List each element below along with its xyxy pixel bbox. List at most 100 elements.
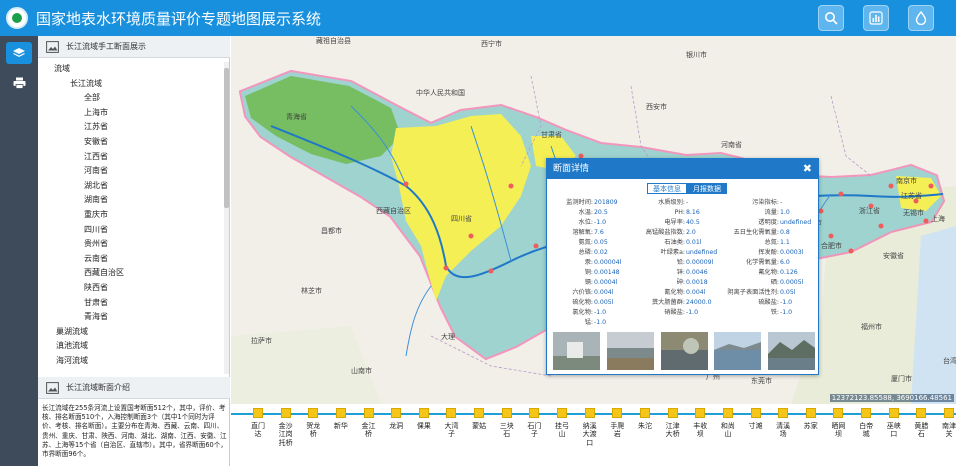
field-label: 汞: bbox=[584, 259, 593, 266]
station-marker[interactable]: 三块石 bbox=[500, 408, 514, 439]
station-strip: 直门达 金沙江岗托桥 贺龙桥 新华 金江桥 龙洞 倮果 大湾子 蒙姑 三块石 石门子 挂弓山 纳溪大渡口… bbox=[231, 404, 956, 466]
station-marker[interactable]: 石门子 bbox=[527, 408, 541, 439]
station-marker[interactable]: 朱沱 bbox=[638, 408, 652, 430]
tree-scrollbar[interactable] bbox=[224, 62, 229, 374]
station-photo[interactable] bbox=[553, 332, 600, 370]
intro-panel-header[interactable]: 长江流域断面介绍 bbox=[38, 377, 230, 399]
station-name: 江津大桥 bbox=[665, 422, 680, 439]
station-square-icon bbox=[446, 408, 457, 418]
station-name: 直门达 bbox=[251, 422, 265, 439]
station-marker[interactable]: 金沙江岗托桥 bbox=[279, 408, 293, 447]
tree-item[interactable]: 陕西省 bbox=[38, 281, 224, 296]
tree-item[interactable]: 上海市 bbox=[38, 106, 224, 121]
station-marker[interactable]: 巫峡口 bbox=[887, 408, 901, 439]
tree-item[interactable]: 安徽省 bbox=[38, 135, 224, 150]
station-name: 黄腊石 bbox=[914, 422, 929, 439]
map-place-label: 西藏自治区 bbox=[376, 207, 411, 215]
field-label: 流量: bbox=[764, 209, 779, 216]
water-drop-icon bbox=[915, 11, 927, 25]
station-marker[interactable]: 倮果 bbox=[417, 408, 431, 430]
tree-item[interactable]: 江西省 bbox=[38, 150, 224, 165]
map-place-label: 西安市 bbox=[646, 103, 667, 111]
station-marker[interactable]: 晒网坝 bbox=[831, 408, 845, 439]
map-coordinates: 12372123.85588, 3690166.48561 bbox=[829, 394, 954, 402]
popup-field: PH:8.16 bbox=[637, 209, 725, 217]
station-photo[interactable] bbox=[606, 332, 654, 370]
tree-item[interactable]: 四川省 bbox=[38, 223, 224, 238]
water-quality-button[interactable] bbox=[908, 5, 934, 31]
station-marker[interactable]: 金江桥 bbox=[362, 408, 376, 439]
print-button[interactable] bbox=[6, 72, 32, 94]
tree-item[interactable]: 全部 bbox=[38, 91, 224, 106]
map-place-label: 山南市 bbox=[351, 367, 372, 375]
map-place-label: 中华人民共和国 bbox=[416, 89, 465, 97]
tree-item[interactable]: 湖北省 bbox=[38, 179, 224, 194]
search-button[interactable] bbox=[818, 5, 844, 31]
tree-item[interactable]: 巢湖流域 bbox=[38, 325, 224, 340]
station-photo[interactable] bbox=[714, 332, 762, 370]
field-value: 1.1 bbox=[780, 239, 790, 246]
field-value: 0.0046 bbox=[686, 269, 708, 276]
station-marker[interactable]: 手爬岩 bbox=[610, 408, 624, 439]
tree-item[interactable]: 河南省 bbox=[38, 164, 224, 179]
picture-icon bbox=[46, 381, 59, 394]
station-marker[interactable]: 寸滩 bbox=[749, 408, 763, 430]
tree-item[interactable]: 湖南省 bbox=[38, 193, 224, 208]
tree-item[interactable]: 云南省 bbox=[38, 252, 224, 267]
station-marker[interactable]: 南津关 bbox=[942, 408, 956, 439]
station-square-icon bbox=[944, 408, 954, 418]
tree-item[interactable]: 海河流域 bbox=[38, 354, 224, 369]
field-label: 氨氮: bbox=[578, 239, 593, 246]
station-name: 金江桥 bbox=[361, 422, 376, 439]
field-label: 铁: bbox=[770, 309, 779, 316]
station-square-icon bbox=[474, 408, 485, 418]
popup-field: 铅:0.00009l bbox=[637, 259, 725, 267]
field-value: 0.004l bbox=[594, 289, 614, 296]
station-marker[interactable]: 和尚山 bbox=[721, 408, 735, 439]
tree-item[interactable]: 青海省 bbox=[38, 310, 224, 325]
station-marker[interactable]: 挂弓山 bbox=[555, 408, 569, 439]
station-square-icon bbox=[888, 408, 899, 418]
tree-item[interactable]: 滇池流域 bbox=[38, 339, 224, 354]
popup-field: 总磷:0.02 bbox=[551, 249, 639, 257]
station-name: 挂弓山 bbox=[555, 422, 570, 439]
field-value: 7.6 bbox=[594, 229, 604, 236]
station-photo[interactable] bbox=[768, 332, 815, 370]
station-marker[interactable]: 白帝城 bbox=[859, 408, 873, 439]
field-value: 6.0 bbox=[780, 259, 790, 266]
station-marker[interactable]: 龙洞 bbox=[389, 408, 403, 430]
tree-item[interactable]: 西藏自治区 bbox=[38, 266, 224, 281]
tree-item[interactable]: 江苏省 bbox=[38, 120, 224, 135]
tree-item[interactable]: 贵州省 bbox=[38, 237, 224, 252]
tree-panel-header[interactable]: 长江流域手工断面展示 bbox=[38, 36, 230, 58]
tree-item[interactable]: 长江流域 bbox=[38, 77, 224, 92]
field-label: 镉: bbox=[584, 279, 593, 286]
station-marker[interactable]: 大湾子 bbox=[444, 408, 458, 439]
tab-monthly-data[interactable]: 月报数据 bbox=[687, 183, 727, 194]
station-name: 金沙江岗托桥 bbox=[278, 422, 293, 447]
popup-field: 叶绿素a:undefined bbox=[637, 249, 725, 257]
station-marker[interactable]: 新华 bbox=[334, 408, 348, 430]
tree-item[interactable]: 甘肃省 bbox=[38, 296, 224, 311]
station-marker[interactable]: 贺龙桥 bbox=[306, 408, 320, 439]
station-marker[interactable]: 江津大桥 bbox=[666, 408, 680, 439]
layers-button[interactable] bbox=[6, 42, 32, 64]
station-marker[interactable]: 直门达 bbox=[251, 408, 265, 439]
station-marker[interactable]: 黄腊石 bbox=[914, 408, 928, 439]
station-marker[interactable]: 蒙姑 bbox=[472, 408, 486, 430]
field-label: 污染指标: bbox=[752, 199, 779, 206]
close-icon[interactable]: ✖ bbox=[803, 159, 812, 179]
station-marker[interactable]: 纳溪大渡口 bbox=[583, 408, 597, 447]
station-marker[interactable]: 苏家 bbox=[804, 408, 818, 430]
station-square-icon bbox=[584, 408, 595, 418]
station-marker[interactable]: 丰收坝 bbox=[693, 408, 707, 439]
popup-field: 硝酸盐:-1.0 bbox=[637, 309, 725, 317]
tree-item[interactable]: 重庆市 bbox=[38, 208, 224, 223]
tab-basic-info[interactable]: 基本信息 bbox=[647, 183, 687, 194]
statistics-button[interactable] bbox=[863, 5, 889, 31]
field-label: 阴离子表面活性剂: bbox=[727, 289, 779, 296]
station-marker[interactable]: 清溪场 bbox=[776, 408, 790, 439]
field-value: 201809 bbox=[594, 199, 618, 206]
station-photo[interactable] bbox=[660, 332, 708, 370]
tree-item[interactable]: 流域 bbox=[38, 62, 224, 77]
